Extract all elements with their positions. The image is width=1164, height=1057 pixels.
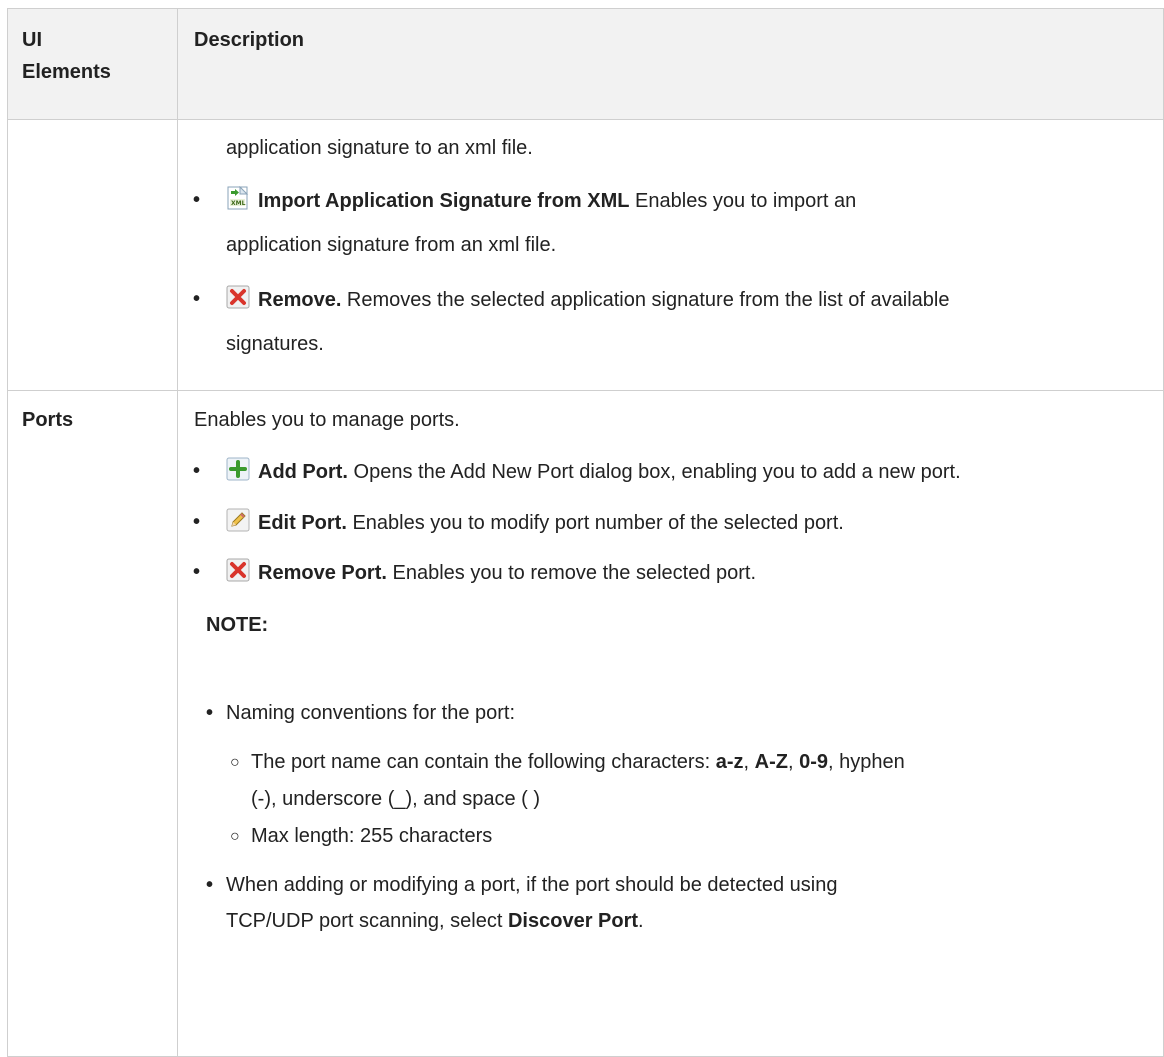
bullet-icon: •	[206, 702, 214, 724]
row1-label-cell	[7, 119, 178, 391]
import-xml-icon: XML	[226, 185, 250, 210]
chars-rest: , hyphen	[827, 751, 905, 773]
table-header-row: UI Elements Description	[7, 8, 1164, 120]
note-label: NOTE:	[206, 614, 269, 636]
add-port-title: Add Port.	[258, 461, 348, 483]
add-port-desc: Opens the Add New Port dialog box, enabl…	[348, 461, 961, 483]
bullet-icon: •	[193, 189, 201, 211]
remove-port-desc: Enables you to remove the selected port.	[386, 562, 757, 584]
table-row: Ports Enables you to manage ports. • Add…	[7, 390, 1164, 1057]
bullet-icon: •	[193, 511, 201, 533]
row1-continuation-text: application signature to an xml file.	[226, 137, 533, 159]
sub-bullet-icon: ○	[230, 828, 240, 845]
edit-port-title: Edit Port.	[258, 512, 347, 534]
chars-prefix: The port name can contain the following …	[251, 751, 716, 773]
bullet-icon: •	[193, 460, 201, 482]
chars-sep1: ,	[743, 751, 755, 773]
import-xml-desc-2: application signature from an xml file.	[226, 234, 557, 256]
import-xml-title: Import Application Signature from XML	[258, 190, 630, 212]
header-ui-elements-line1: UI	[22, 29, 42, 51]
chars-09: 0-9	[799, 751, 828, 773]
ui-elements-table: UI Elements Description application sign…	[7, 8, 1164, 1057]
naming-text: Naming conventions for the port:	[226, 702, 516, 724]
remove-x-icon	[226, 558, 250, 582]
remove-x-icon	[226, 285, 250, 309]
ports-label: Ports	[22, 409, 74, 431]
chars-az: a-z	[715, 751, 744, 773]
header-ui-elements-line2: Elements	[22, 61, 111, 83]
header-description-label: Description	[194, 29, 305, 51]
chars-line2: (-), underscore (_), and space ( )	[251, 788, 540, 810]
row1-description-cell: application signature to an xml file. • …	[177, 119, 1164, 391]
remove-port-title: Remove Port.	[258, 562, 387, 584]
remove-title: Remove.	[258, 289, 342, 311]
when-line2-prefix: TCP/UDP port scanning, select	[226, 910, 508, 932]
svg-text:XML: XML	[231, 200, 246, 207]
chars-sep2: ,	[787, 751, 800, 773]
import-xml-desc-1: Enables you to import an	[629, 190, 857, 212]
edit-port-desc: Enables you to modify port number of the…	[346, 512, 844, 534]
row2-description-cell: Enables you to manage ports. • Add Port.…	[177, 390, 1164, 1057]
when-line2-suffix: .	[638, 910, 644, 932]
max-length-text: Max length: 255 characters	[251, 825, 493, 847]
header-description: Description	[177, 8, 1164, 120]
row2-label-cell: Ports	[7, 390, 178, 1057]
chars-AZ: A-Z	[754, 751, 788, 773]
bullet-icon: •	[193, 561, 201, 583]
add-plus-icon	[226, 457, 250, 481]
table-row: application signature to an xml file. • …	[7, 119, 1164, 391]
edit-pencil-icon	[226, 508, 250, 532]
sub-bullet-icon: ○	[230, 754, 240, 771]
remove-desc-2: signatures.	[226, 333, 324, 355]
remove-desc-1: Removes the selected application signatu…	[341, 289, 950, 311]
when-line1: When adding or modifying a port, if the …	[226, 874, 838, 896]
bullet-icon: •	[206, 874, 214, 896]
discover-port-label: Discover Port	[507, 910, 639, 932]
ports-intro: Enables you to manage ports.	[194, 409, 460, 431]
bullet-icon: •	[193, 288, 201, 310]
header-ui-elements: UI Elements	[7, 8, 178, 120]
